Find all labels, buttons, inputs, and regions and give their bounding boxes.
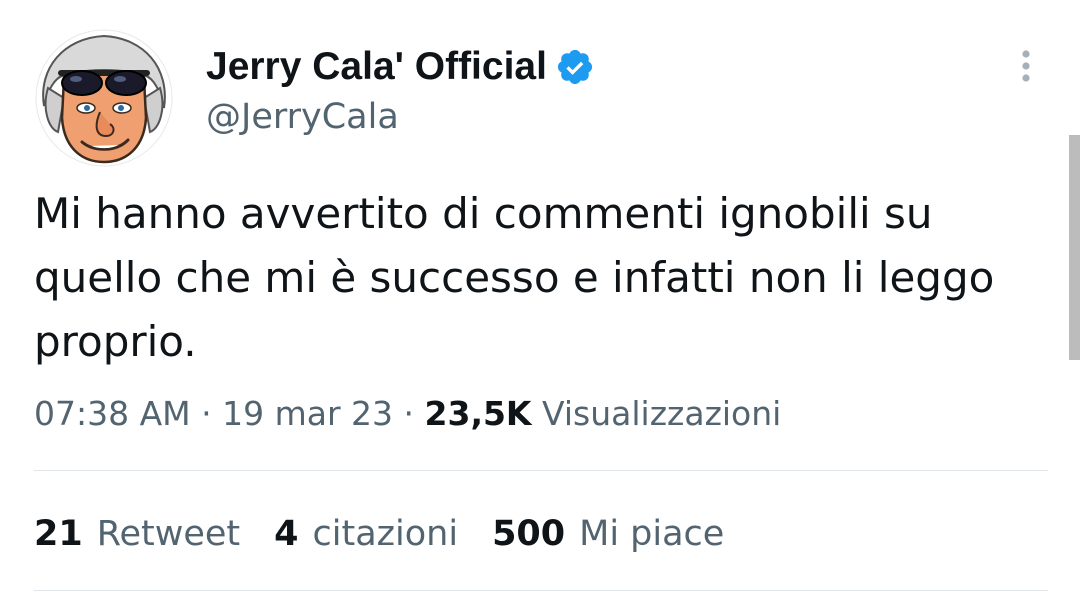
likes-stat[interactable]: 500 Mi piace	[492, 511, 724, 557]
retweets-stat[interactable]: 21 Retweet	[34, 511, 240, 557]
quotes-count: 4	[274, 514, 299, 554]
author-display-name[interactable]: Jerry Cala' Official	[206, 44, 547, 90]
tweet-card: Jerry Cala' Official @JerryCala Mi hanno…	[0, 0, 1080, 595]
separator-dot: ·	[201, 394, 223, 433]
quotes-stat[interactable]: 4 citazioni	[274, 511, 458, 557]
tweet-time[interactable]: 07:38 AM	[34, 394, 191, 433]
likes-label: Mi piace	[579, 514, 725, 554]
tweet-text: Mi hanno avvertito di commenti ignobili …	[34, 189, 995, 366]
tweet-date[interactable]: 19 mar 23	[222, 394, 393, 433]
tweet-meta: 07:38 AM · 19 mar 23 · 23,5K Visualizzaz…	[34, 392, 781, 436]
divider	[34, 590, 1048, 591]
tweet-stats: 21 Retweet 4 citazioni 500 Mi piace	[34, 511, 758, 557]
verified-badge-icon	[557, 49, 593, 85]
more-vertical-icon[interactable]	[1011, 48, 1041, 88]
avatar-image	[35, 29, 173, 167]
views-count[interactable]: 23,5K	[425, 394, 532, 433]
avatar[interactable]	[34, 28, 174, 168]
retweets-label: Retweet	[96, 514, 241, 554]
retweets-count: 21	[34, 514, 83, 554]
quotes-label: citazioni	[312, 514, 459, 554]
divider	[34, 470, 1048, 471]
separator-dot: ·	[403, 394, 425, 433]
scrollbar[interactable]	[1069, 135, 1080, 360]
likes-count: 500	[492, 514, 566, 554]
author-name-row[interactable]: Jerry Cala' Official	[206, 44, 595, 90]
views-label[interactable]: Visualizzazioni	[542, 394, 781, 433]
author-handle[interactable]: @JerryCala	[206, 94, 399, 140]
